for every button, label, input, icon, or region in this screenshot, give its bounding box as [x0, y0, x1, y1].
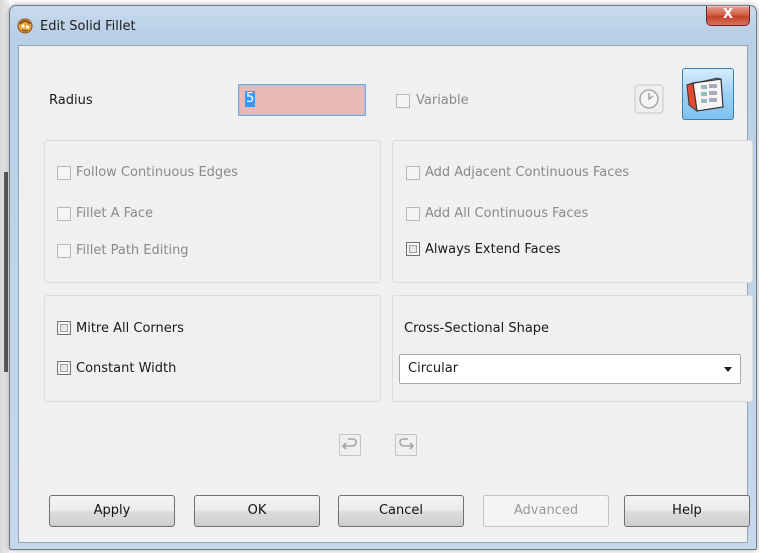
clock-icon[interactable] [634, 84, 664, 114]
add-all-continuous-faces-checkbox[interactable] [406, 207, 420, 221]
add-adjacent-continuous-faces-label: Add Adjacent Continuous Faces [425, 165, 630, 180]
follow-continuous-edges-label: Follow Continuous Edges [76, 165, 238, 180]
fillet-a-face-label: Fillet A Face [76, 206, 154, 221]
variable-checkbox[interactable] [396, 94, 410, 108]
constant-width-label: Constant Width [76, 361, 177, 376]
cancel-button[interactable]: Cancel [338, 495, 464, 527]
title-bar[interactable]: Edit Solid Fillet X [10, 6, 756, 46]
background-window-edge [0, 0, 9, 553]
radius-value: 5 [245, 91, 256, 107]
mitre-all-corners-checkbox[interactable] [57, 321, 71, 335]
cross-sectional-shape-select[interactable]: Circular [399, 354, 741, 384]
redo-button[interactable] [395, 434, 417, 456]
advanced-button[interactable]: Advanced [483, 495, 609, 527]
fillet-a-face-checkbox[interactable] [57, 207, 71, 221]
radius-input[interactable]: 5 [238, 84, 366, 116]
ok-button[interactable]: OK [194, 495, 320, 527]
corners-options-panel [44, 295, 381, 402]
undo-button[interactable] [339, 434, 361, 456]
constant-width-checkbox[interactable] [57, 361, 71, 375]
cross-sectional-shape-label: Cross-Sectional Shape [404, 321, 550, 336]
edit-solid-fillet-dialog: Edit Solid Fillet X Radius 5 Variable Fo… [9, 5, 757, 550]
cross-section-panel [392, 295, 753, 402]
fillet-app-icon [17, 18, 33, 34]
fillet-path-editing-label: Fillet Path Editing [76, 243, 189, 258]
window-title: Edit Solid Fillet [40, 19, 136, 34]
close-button[interactable]: X [706, 6, 750, 26]
apply-button[interactable]: Apply [49, 495, 175, 527]
mitre-all-corners-label: Mitre All Corners [76, 321, 184, 336]
dialog-client-area: Radius 5 Variable Follow Continuous Edge… [18, 45, 753, 543]
help-button[interactable]: Help [624, 495, 750, 527]
redo-icon [399, 438, 415, 450]
fillet-path-editing-checkbox[interactable] [57, 244, 71, 258]
follow-continuous-edges-checkbox[interactable] [57, 166, 71, 180]
variable-label: Variable [416, 93, 469, 108]
undo-icon [341, 438, 357, 450]
chevron-down-icon [724, 367, 732, 372]
cross-sectional-shape-value: Circular [408, 361, 459, 376]
fillet-tool-button[interactable] [682, 68, 734, 120]
add-adjacent-continuous-faces-checkbox[interactable] [406, 166, 420, 180]
radius-label: Radius [49, 93, 93, 108]
always-extend-faces-label: Always Extend Faces [425, 242, 561, 257]
add-all-continuous-faces-label: Add All Continuous Faces [425, 206, 589, 221]
fillet-tool-icon [686, 77, 724, 113]
always-extend-faces-checkbox[interactable] [406, 242, 420, 256]
